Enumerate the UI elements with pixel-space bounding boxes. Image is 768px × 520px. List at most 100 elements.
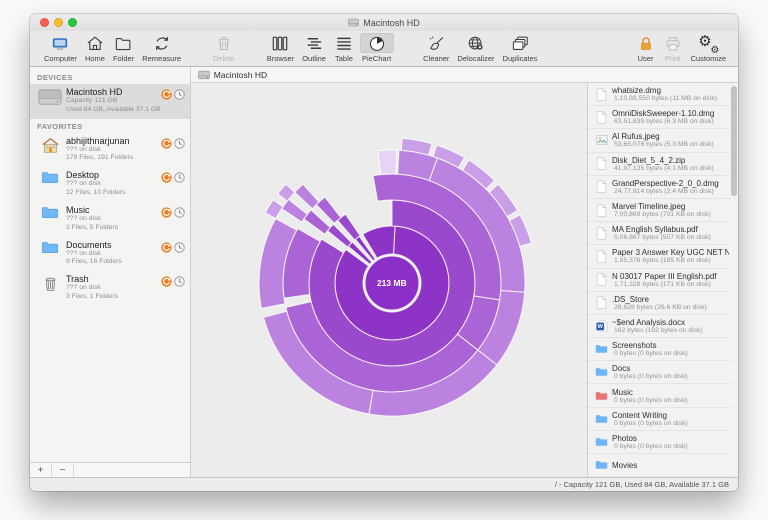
delete-button[interactable]: Delete bbox=[213, 33, 235, 63]
path-bar[interactable]: Macintosh HD bbox=[190, 67, 738, 83]
home-icon bbox=[85, 33, 105, 53]
table-view-button[interactable]: Table bbox=[334, 33, 354, 63]
piechart-label: PieChart bbox=[361, 54, 392, 63]
remeasure-badge-icon[interactable] bbox=[161, 172, 172, 183]
document-icon bbox=[596, 203, 607, 217]
main-area: Macintosh HD 213 MB whatsize.dmg 1,10,88… bbox=[190, 67, 738, 477]
file-name: GrandPerspective-2_0_0.dmg bbox=[612, 178, 719, 188]
zoom-window-button[interactable] bbox=[68, 18, 77, 27]
sidebar-favorite-item[interactable]: Trash ??? on disk 3 Files, 1 Folders bbox=[30, 271, 190, 306]
computer-button[interactable]: Computer bbox=[44, 33, 77, 63]
sidebar-favorite-item[interactable]: Music ??? on disk 2 Files, 5 Folders bbox=[30, 202, 190, 237]
file-row[interactable]: Screenshots 0 bytes (0 bytes on disk) bbox=[588, 338, 731, 362]
table-label: Table bbox=[335, 54, 353, 63]
remeasure-badge-icon[interactable] bbox=[161, 89, 172, 100]
home-label: Home bbox=[84, 54, 105, 63]
remove-favorite-button[interactable]: − bbox=[52, 463, 74, 477]
sidebar-favorite-item[interactable]: Desktop ??? on disk 12 Files, 10 Folders bbox=[30, 167, 190, 202]
delete-label: Delete bbox=[213, 54, 235, 63]
history-badge-icon[interactable] bbox=[173, 89, 185, 100]
folder-icon bbox=[41, 207, 59, 218]
desktop: Macintosh HD Computer Home Folder Remeas… bbox=[0, 0, 768, 520]
history-badge-icon[interactable] bbox=[173, 276, 185, 288]
word-doc-icon: W bbox=[595, 320, 607, 332]
document-icon bbox=[596, 273, 607, 286]
file-row[interactable]: MA English Syllabus.pdf 5,06,867 bytes (… bbox=[588, 222, 731, 246]
piechart-icon bbox=[359, 33, 394, 53]
trash-basket-icon bbox=[45, 278, 55, 292]
file-row[interactable]: Marvel Timeline.jpeg 7,00,869 bytes (701… bbox=[588, 199, 731, 223]
lock-icon bbox=[637, 33, 655, 53]
sunburst-chart[interactable]: 213 MB bbox=[237, 128, 547, 438]
computer-label: Computer bbox=[44, 54, 77, 63]
globe-icon bbox=[465, 33, 486, 53]
minimize-window-button[interactable] bbox=[54, 18, 63, 27]
sidebar-favorite-item[interactable]: Documents ??? on disk 9 Files, 16 Folder… bbox=[30, 237, 190, 272]
folder-button[interactable]: Folder bbox=[113, 33, 134, 63]
piechart-view-button[interactable]: PieChart bbox=[359, 33, 394, 63]
app-window: Macintosh HD Computer Home Folder Remeas… bbox=[30, 14, 738, 491]
file-size: 5,06,867 bytes (507 KB on disk) bbox=[614, 234, 711, 242]
sidebar-favorite-item[interactable]: abhijithnarjunan ??? on disk 179 Files, … bbox=[30, 133, 190, 168]
file-name: Screenshots bbox=[612, 341, 657, 351]
home-folder-icon bbox=[41, 137, 59, 153]
favorite-counts: 12 Files, 10 Folders bbox=[66, 189, 126, 197]
history-badge-icon[interactable] bbox=[173, 172, 185, 184]
file-size: 162 bytes (162 bytes on disk) bbox=[614, 326, 703, 334]
file-row[interactable]: N 03017 Paper III English.pdf 1,71,328 b… bbox=[588, 269, 731, 292]
file-row[interactable]: Disk_Diet_5_4_2.zip 41,97,135 bytes (4.1… bbox=[588, 153, 731, 176]
file-row[interactable]: Photos 0 bytes (0 bytes on disk) bbox=[588, 431, 731, 454]
file-row[interactable]: Music 0 bytes (0 bytes on disk) bbox=[588, 384, 731, 408]
remeasure-badge-icon[interactable] bbox=[161, 207, 172, 218]
file-name: MA English Syllabus.pdf bbox=[612, 225, 698, 235]
sunburst-svg bbox=[258, 137, 532, 417]
remeasure-button[interactable]: Remeasure bbox=[142, 33, 181, 63]
print-button[interactable]: Print bbox=[663, 33, 683, 63]
broom-icon bbox=[426, 33, 447, 53]
sidebar-item-macintosh-hd[interactable]: Macintosh HD Capacity 121 GB Used 84 GB,… bbox=[30, 84, 190, 119]
remeasure-label: Remeasure bbox=[142, 54, 181, 63]
user-button[interactable]: User bbox=[637, 33, 655, 63]
file-row[interactable]: Paper 3 Answer Key UGC NET Nov 2017 1,85… bbox=[588, 245, 731, 269]
file-row[interactable]: GrandPerspective-2_0_0.dmg 24,77,914 byt… bbox=[588, 176, 731, 199]
home-button[interactable]: Home bbox=[85, 33, 105, 63]
file-size: 7,00,869 bytes (701 KB on disk) bbox=[614, 211, 711, 219]
outline-view-button[interactable]: Outline bbox=[302, 33, 326, 63]
document-icon bbox=[596, 157, 607, 170]
remeasure-badge-icon[interactable] bbox=[161, 276, 172, 287]
outline-list-icon bbox=[304, 33, 324, 53]
file-name: Paper 3 Answer Key UGC NET Nov 2017 bbox=[612, 248, 729, 258]
drive-icon bbox=[37, 87, 63, 106]
duplicates-button[interactable]: Duplicates bbox=[503, 33, 538, 63]
cleaner-button[interactable]: Cleaner bbox=[423, 33, 449, 63]
file-row[interactable]: Al Rufus.jpeg 53,65,076 bytes (5.3 MB on… bbox=[588, 129, 731, 153]
history-badge-icon[interactable] bbox=[173, 207, 185, 218]
file-row[interactable]: whatsize.dmg 1,10,88,550 bytes (11 MB on… bbox=[588, 83, 731, 107]
toolbar: Computer Home Folder Remeasure Delete Br… bbox=[30, 31, 738, 67]
history-badge-icon[interactable] bbox=[173, 241, 185, 253]
add-favorite-button[interactable]: + bbox=[30, 463, 52, 477]
remeasure-badge-icon[interactable] bbox=[161, 138, 172, 149]
file-row[interactable]: OmniDiskSweeper-1.10.dmg 63,51,639 bytes… bbox=[588, 106, 731, 130]
svg-text:W: W bbox=[597, 324, 603, 330]
file-name: Music bbox=[612, 387, 633, 397]
close-window-button[interactable] bbox=[40, 18, 49, 27]
file-list: whatsize.dmg 1,10,88,550 bytes (11 MB on… bbox=[588, 83, 731, 477]
file-list-scrollbar[interactable] bbox=[731, 86, 737, 196]
sidebar: DEVICES Macintosh HD Capacity 121 GB Use… bbox=[30, 67, 191, 477]
history-badge-icon[interactable] bbox=[173, 137, 185, 149]
file-row[interactable]: .DS_Store 26,628 bytes (26.6 KB on disk) bbox=[588, 292, 731, 315]
browser-view-button[interactable]: Browser bbox=[267, 33, 294, 63]
file-row[interactable]: W ~$end Analysis.docx 162 bytes (162 byt… bbox=[588, 315, 731, 339]
customize-button[interactable]: ⚙ ⚙ Customize bbox=[691, 33, 726, 63]
file-size: 0 bytes (0 bytes on disk) bbox=[614, 442, 688, 450]
favorite-counts: 9 Files, 16 Folders bbox=[66, 258, 122, 266]
remeasure-badge-icon[interactable] bbox=[161, 241, 172, 253]
computer-icon bbox=[49, 33, 71, 53]
file-row[interactable]: Docs 0 bytes (0 bytes on disk) bbox=[588, 361, 731, 385]
file-size: 1,71,328 bytes (171 KB on disk) bbox=[614, 280, 711, 288]
file-row[interactable]: Content Writing 0 bytes (0 bytes on disk… bbox=[588, 408, 731, 431]
file-row[interactable]: Movies bbox=[588, 454, 731, 477]
file-size: 0 bytes (0 bytes on disk) bbox=[614, 350, 688, 358]
delocalizer-button[interactable]: Delocalizer bbox=[457, 33, 495, 63]
